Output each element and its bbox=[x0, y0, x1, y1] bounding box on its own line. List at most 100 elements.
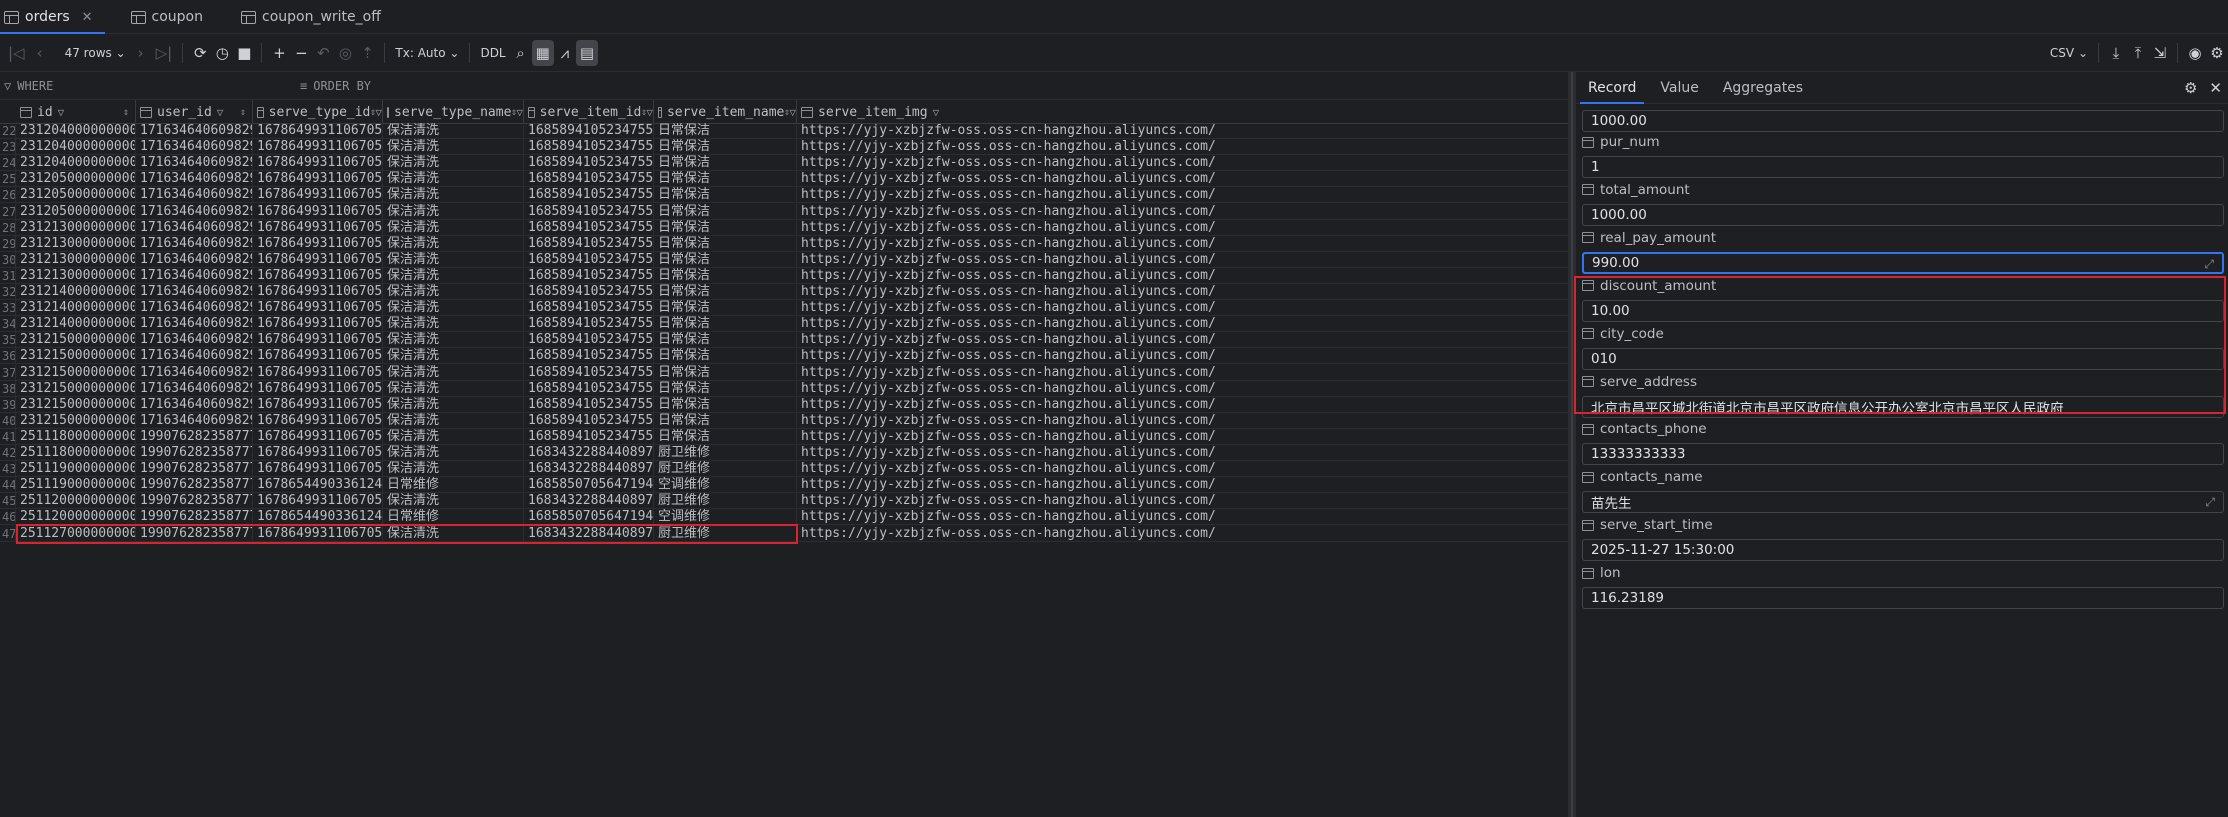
preview-icon[interactable]: ◎ bbox=[334, 40, 356, 66]
cell-serve-type-id[interactable]: 1678649931106705409 bbox=[253, 284, 383, 301]
cell-serve-type-name[interactable]: 保洁清洗 bbox=[383, 348, 524, 365]
cell-user-id[interactable]: 1716346406098296832 bbox=[136, 316, 253, 333]
delete-row-icon[interactable]: − bbox=[290, 40, 312, 66]
cell-serve-item-name[interactable]: 日常保洁 bbox=[654, 316, 797, 333]
cell-serve-item-id[interactable]: 1683432288440897537 bbox=[524, 525, 654, 542]
column-header-user-id[interactable]: user_id ▽ ⇕ bbox=[136, 100, 253, 124]
cell-serve-item-name[interactable]: 日常保洁 bbox=[654, 267, 797, 284]
table-row[interactable]: 2223120400000000000541716346406098296832… bbox=[0, 123, 1568, 140]
cell-serve-item-id[interactable]: 1685894105234755585 bbox=[524, 171, 654, 188]
first-page-icon[interactable]: |◁ bbox=[4, 40, 29, 66]
table-row[interactable]: 3123121300000000000681716346406098296832… bbox=[0, 267, 1568, 284]
cell-serve-type-name[interactable]: 保洁清洗 bbox=[383, 187, 524, 204]
sort-icon[interactable]: ⇕ bbox=[240, 107, 246, 118]
cell-serve-type-name[interactable]: 保洁清洗 bbox=[383, 332, 524, 349]
field-input-pur-num[interactable]: 1 bbox=[1582, 156, 2224, 178]
cell-user-id[interactable]: 1716346406098296832 bbox=[136, 396, 253, 413]
cell-id[interactable]: 2312130000000000068 bbox=[16, 267, 136, 284]
cell-user-id[interactable]: 1716346406098296832 bbox=[136, 300, 253, 317]
cell-serve-type-name[interactable]: 保洁清洗 bbox=[383, 428, 524, 445]
cell-serve-type-id[interactable]: 1678649931106705409 bbox=[253, 364, 383, 381]
cell-serve-item-name[interactable]: 日常保洁 bbox=[654, 171, 797, 188]
cell-id[interactable]: 2312130000000000065 bbox=[16, 219, 136, 236]
cell-user-id[interactable]: 1716346406098296832 bbox=[136, 123, 253, 140]
cell-id[interactable]: 2312130000000000066 bbox=[16, 235, 136, 252]
cell-id[interactable]: 2511190000000000003 bbox=[16, 477, 136, 494]
cell-serve-item-img[interactable]: https://yjy-xzbjzfw-oss.oss-cn-hangzhou.… bbox=[797, 348, 1568, 364]
cell-serve-item-name[interactable]: 厨卫维修 bbox=[654, 461, 797, 478]
column-header-serve-type-id[interactable]: serve_type_id ▽ ⇕ bbox=[253, 100, 383, 124]
cell-serve-type-name[interactable]: 保洁清洗 bbox=[383, 445, 524, 462]
cell-serve-item-name[interactable]: 厨卫维修 bbox=[654, 525, 797, 542]
cell-user-id[interactable]: 1716346406098296832 bbox=[136, 380, 253, 397]
cell-serve-item-name[interactable]: 空调维修 bbox=[654, 477, 797, 494]
expand-icon[interactable]: ⤢ bbox=[2204, 257, 2214, 272]
cell-serve-type-name[interactable]: 保洁清洗 bbox=[383, 139, 524, 156]
chart-icon[interactable]: ⩘ bbox=[554, 40, 576, 66]
cell-user-id[interactable]: 1716346406098296832 bbox=[136, 203, 253, 220]
cell-serve-item-id[interactable]: 1685894105234755585 bbox=[524, 267, 654, 284]
tab-record[interactable]: Record bbox=[1576, 72, 1648, 104]
column-header-serve-item-name[interactable]: serve_item_name ▽ ⇕ bbox=[654, 100, 797, 124]
tab-coupon[interactable]: coupon bbox=[127, 0, 215, 34]
rows-dropdown[interactable]: 47 rows ⌄ bbox=[61, 40, 130, 66]
cell-serve-item-img[interactable]: https://yjy-xzbjzfw-oss.oss-cn-hangzhou.… bbox=[797, 220, 1568, 236]
table-row[interactable]: 3023121300000000000671716346406098296832… bbox=[0, 251, 1568, 268]
cell-serve-item-name[interactable]: 日常保洁 bbox=[654, 219, 797, 236]
expand-icon[interactable]: ⤢ bbox=[2205, 495, 2215, 510]
cell-serve-item-name[interactable]: 日常保洁 bbox=[654, 428, 797, 445]
cell-serve-type-id[interactable]: 1678649931106705409 bbox=[253, 412, 383, 429]
cell-serve-item-img[interactable]: https://yjy-xzbjzfw-oss.oss-cn-hangzhou.… bbox=[797, 493, 1568, 509]
cell-serve-item-img[interactable]: https://yjy-xzbjzfw-oss.oss-cn-hangzhou.… bbox=[797, 477, 1568, 493]
next-page-icon[interactable]: › bbox=[130, 40, 152, 66]
cell-serve-item-img[interactable]: https://yjy-xzbjzfw-oss.oss-cn-hangzhou.… bbox=[797, 397, 1568, 413]
field-input-serve-start-time[interactable]: 2025-11-27 15:30:00 bbox=[1582, 539, 2224, 562]
tab-value[interactable]: Value bbox=[1648, 72, 1710, 104]
cell-serve-type-id[interactable]: 1678649931106705409 bbox=[253, 187, 383, 204]
cell-serve-type-id[interactable]: 1678649931106705409 bbox=[253, 493, 383, 510]
cell-serve-type-name[interactable]: 保洁清洗 bbox=[383, 380, 524, 397]
record-view-icon[interactable]: ▤ bbox=[575, 39, 598, 66]
cell-serve-item-name[interactable]: 厨卫维修 bbox=[654, 445, 797, 462]
cell-id[interactable]: 2312050000000000058 bbox=[16, 187, 136, 204]
cell-user-id[interactable]: 1990762823587778560 bbox=[136, 493, 253, 510]
field-input-real-pay-amount[interactable]: 990.00 ⤢ bbox=[1582, 251, 2224, 274]
cell-serve-type-name[interactable]: 保洁清洗 bbox=[383, 219, 524, 236]
cell-serve-type-name[interactable]: 保洁清洗 bbox=[383, 235, 524, 252]
cell-user-id[interactable]: 1716346406098296832 bbox=[136, 171, 253, 188]
stop-icon[interactable]: ■ bbox=[233, 40, 255, 66]
revert-icon[interactable]: ↶ bbox=[312, 40, 334, 66]
cell-serve-type-id[interactable]: 1678649931106705409 bbox=[253, 396, 383, 413]
cell-serve-type-id[interactable]: 1678654490336124929 bbox=[253, 477, 383, 494]
cell-serve-item-id[interactable]: 1685894105234755585 bbox=[524, 332, 654, 349]
column-header-id[interactable]: id ▽ ⇕ bbox=[16, 100, 136, 124]
table-row[interactable]: 4425111900000000000031990762823587778560… bbox=[0, 477, 1568, 494]
filter-icon[interactable]: ▽ bbox=[58, 106, 65, 119]
cell-serve-item-id[interactable]: 1685894105234755585 bbox=[524, 235, 654, 252]
cell-serve-item-img[interactable]: https://yjy-xzbjzfw-oss.oss-cn-hangzhou.… bbox=[797, 139, 1568, 155]
cell-serve-item-img[interactable]: https://yjy-xzbjzfw-oss.oss-cn-hangzhou.… bbox=[797, 509, 1568, 525]
filter-icon[interactable]: ▽ bbox=[646, 106, 653, 119]
cell-serve-type-id[interactable]: 1678649931106705409 bbox=[253, 203, 383, 220]
cell-serve-type-id[interactable]: 1678649931106705409 bbox=[253, 219, 383, 236]
tab-aggregates[interactable]: Aggregates bbox=[1711, 72, 1815, 104]
cell-user-id[interactable]: 1990762823587778560 bbox=[136, 509, 253, 526]
cell-id[interactable]: 2312050000000000057 bbox=[16, 171, 136, 188]
cell-serve-item-name[interactable]: 日常保洁 bbox=[654, 380, 797, 397]
cell-serve-item-id[interactable]: 1685850705647194113 bbox=[524, 509, 654, 526]
cell-user-id[interactable]: 1990762823587778560 bbox=[136, 428, 253, 445]
cell-serve-item-img[interactable]: https://yjy-xzbjzfw-oss.oss-cn-hangzhou.… bbox=[797, 316, 1568, 332]
cell-serve-item-id[interactable]: 1685894105234755585 bbox=[524, 348, 654, 365]
cell-serve-item-id[interactable]: 1685894105234755585 bbox=[524, 219, 654, 236]
cell-serve-type-id[interactable]: 1678649931106705409 bbox=[253, 300, 383, 317]
table-row[interactable]: 4023121500000000000781716346406098296832… bbox=[0, 412, 1568, 429]
cell-serve-item-name[interactable]: 日常保洁 bbox=[654, 300, 797, 317]
cell-serve-item-img[interactable]: https://yjy-xzbjzfw-oss.oss-cn-hangzhou.… bbox=[797, 252, 1568, 268]
table-row[interactable]: 2923121300000000000661716346406098296832… bbox=[0, 235, 1568, 252]
sort-icon[interactable]: ⇕ bbox=[784, 107, 790, 118]
cell-id[interactable]: 2312150000000000074 bbox=[16, 348, 136, 365]
cell-user-id[interactable]: 1716346406098296832 bbox=[136, 251, 253, 268]
cell-serve-item-id[interactable]: 1683432288440897537 bbox=[524, 493, 654, 510]
filter-icon[interactable]: ▽ bbox=[217, 106, 224, 119]
cell-serve-item-name[interactable]: 空调维修 bbox=[654, 509, 797, 526]
